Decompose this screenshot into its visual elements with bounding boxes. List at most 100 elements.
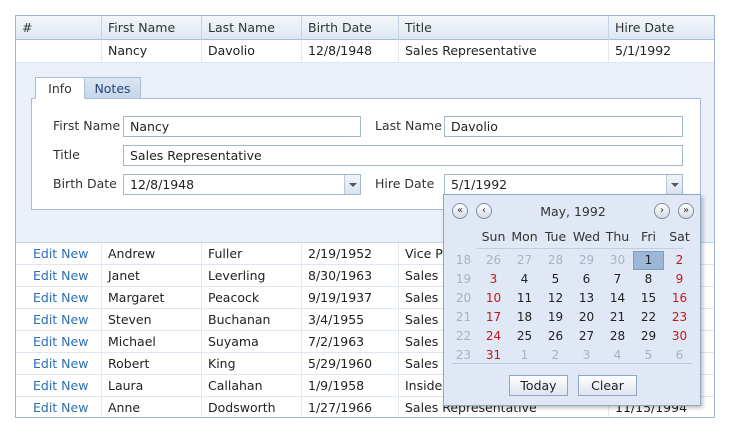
first-name-field[interactable]: Nancy	[123, 116, 361, 137]
next-month-icon[interactable]: ›	[654, 203, 670, 219]
cell-first-name: Anne	[102, 397, 202, 417]
week-number: 22	[455, 329, 472, 343]
weekday-header: Tue	[544, 229, 567, 244]
cell-first-name: Andrew	[102, 243, 202, 265]
column-header-title[interactable]: Title	[399, 16, 609, 40]
calendar-day[interactable]: 19	[540, 308, 571, 327]
cell-first-name: Robert	[102, 353, 202, 375]
calendar-day[interactable]: 27	[509, 251, 540, 270]
hire-date-field[interactable]: 5/1/1992	[444, 174, 683, 195]
calendar-day[interactable]: 27	[571, 327, 602, 346]
column-header-first-name[interactable]: First Name	[102, 16, 202, 40]
calendar-day[interactable]: 23	[664, 308, 695, 327]
calendar-day[interactable]: 26	[478, 251, 509, 270]
calendar-day[interactable]: 9	[664, 270, 695, 289]
calendar-day[interactable]: 29	[571, 251, 602, 270]
calendar-day[interactable]: 25	[509, 327, 540, 346]
cell-first-name: Steven	[102, 309, 202, 331]
cell-title: Sales Representative	[399, 40, 609, 62]
calendar-day[interactable]: 6	[571, 270, 602, 289]
date-picker-calendar: « ‹ May, 1992 › » Sun Mon Tue Wed Thu Fri Sat 1…	[443, 194, 701, 406]
calendar-day[interactable]: 10	[478, 289, 509, 308]
calendar-day[interactable]: 21	[602, 308, 633, 327]
calendar-day[interactable]: 28	[540, 251, 571, 270]
cell-last-name: Peacock	[202, 287, 302, 309]
hire-date-dropdown-icon[interactable]	[666, 175, 682, 194]
calendar-day[interactable]: 28	[602, 327, 633, 346]
edit-new-link[interactable]: Edit New	[16, 243, 102, 265]
calendar-footer-divider	[452, 363, 692, 364]
cell-first-name: Michael	[102, 331, 202, 353]
column-header-birth-date[interactable]: Birth Date	[302, 16, 399, 40]
calendar-day[interactable]: 30	[664, 327, 695, 346]
calendar-day[interactable]: 30	[602, 251, 633, 270]
weekday-header: Sun	[481, 229, 506, 244]
column-header-hire-date[interactable]: Hire Date	[609, 16, 714, 40]
today-button[interactable]: Today	[509, 375, 568, 396]
calendar-day[interactable]: 17	[478, 308, 509, 327]
cell-last-name: Dodsworth	[202, 397, 302, 417]
edit-new-link[interactable]: Edit New	[16, 375, 102, 397]
hire-date-label: Hire Date	[375, 176, 435, 191]
title-field[interactable]: Sales Representative	[123, 145, 683, 166]
edit-new-link[interactable]: Edit New	[16, 397, 102, 417]
calendar-day[interactable]: 24	[478, 327, 509, 346]
calendar-day[interactable]: 26	[540, 327, 571, 346]
calendar-day-selected[interactable]: 1	[633, 251, 664, 270]
edit-new-link[interactable]: Edit New	[16, 265, 102, 287]
calendar-day[interactable]: 8	[633, 270, 664, 289]
calendar-day[interactable]: 2	[664, 251, 695, 270]
hire-date-value: 5/1/1992	[451, 177, 508, 192]
last-name-field[interactable]: Davolio	[444, 116, 683, 137]
cell-last-name: Suyama	[202, 331, 302, 353]
prev-year-icon[interactable]: «	[452, 203, 468, 219]
column-header-number[interactable]: #	[16, 16, 102, 40]
calendar-day[interactable]: 18	[509, 308, 540, 327]
cell-birth-date: 1/27/1966	[302, 397, 399, 417]
calendar-day[interactable]: 22	[633, 308, 664, 327]
calendar-day[interactable]: 7	[602, 270, 633, 289]
calendar-day[interactable]: 3	[478, 270, 509, 289]
cell-last-name: King	[202, 353, 302, 375]
tab-info[interactable]: Info	[35, 77, 85, 99]
edit-new-link[interactable]: Edit New	[16, 309, 102, 331]
edit-new-link[interactable]: Edit New	[16, 331, 102, 353]
calendar-day[interactable]: 4	[509, 270, 540, 289]
cell-hire-date: 5/1/1992	[615, 43, 672, 58]
calendar-day[interactable]: 11	[509, 289, 540, 308]
calendar-day[interactable]: 12	[540, 289, 571, 308]
birth-date-label: Birth Date	[53, 176, 117, 191]
cell-birth-date: 9/19/1937	[302, 287, 399, 309]
week-number: 19	[455, 272, 472, 286]
weekday-header: Sat	[669, 229, 690, 244]
cell-first-name: Margaret	[102, 287, 202, 309]
calendar-day[interactable]: 13	[571, 289, 602, 308]
prev-month-icon[interactable]: ‹	[476, 203, 492, 219]
birth-date-field[interactable]: 12/8/1948	[123, 174, 361, 195]
calendar-day[interactable]: 14	[602, 289, 633, 308]
cell-last-name: Leverling	[202, 265, 302, 287]
next-year-icon[interactable]: »	[678, 203, 694, 219]
cell-birth-date: 3/4/1955	[302, 309, 399, 331]
cell-last-name: Buchanan	[202, 309, 302, 331]
weekday-header: Wed	[572, 229, 601, 244]
calendar-day[interactable]: 15	[633, 289, 664, 308]
title-label: Title	[53, 147, 80, 162]
tab-notes[interactable]: Notes	[84, 77, 141, 99]
column-header-last-name[interactable]: Last Name	[202, 16, 302, 40]
clear-button[interactable]: Clear	[578, 375, 637, 396]
weekday-divider	[477, 248, 683, 249]
cell-last-name: Davolio	[202, 40, 302, 62]
edit-new-link[interactable]: Edit New	[16, 353, 102, 375]
calendar-month-title[interactable]: May, 1992	[504, 203, 642, 220]
cell-first-name: Janet	[102, 265, 202, 287]
edit-new-link[interactable]: Edit New	[16, 287, 102, 309]
calendar-day[interactable]: 20	[571, 308, 602, 327]
cell-first-name: Nancy	[102, 40, 202, 62]
calendar-day[interactable]: 16	[664, 289, 695, 308]
week-number: 18	[455, 253, 472, 267]
calendar-day[interactable]: 5	[540, 270, 571, 289]
editing-row[interactable]: Nancy Davolio 12/8/1948 Sales Representa…	[16, 40, 714, 63]
calendar-day[interactable]: 29	[633, 327, 664, 346]
birth-date-dropdown-icon[interactable]	[344, 175, 360, 194]
